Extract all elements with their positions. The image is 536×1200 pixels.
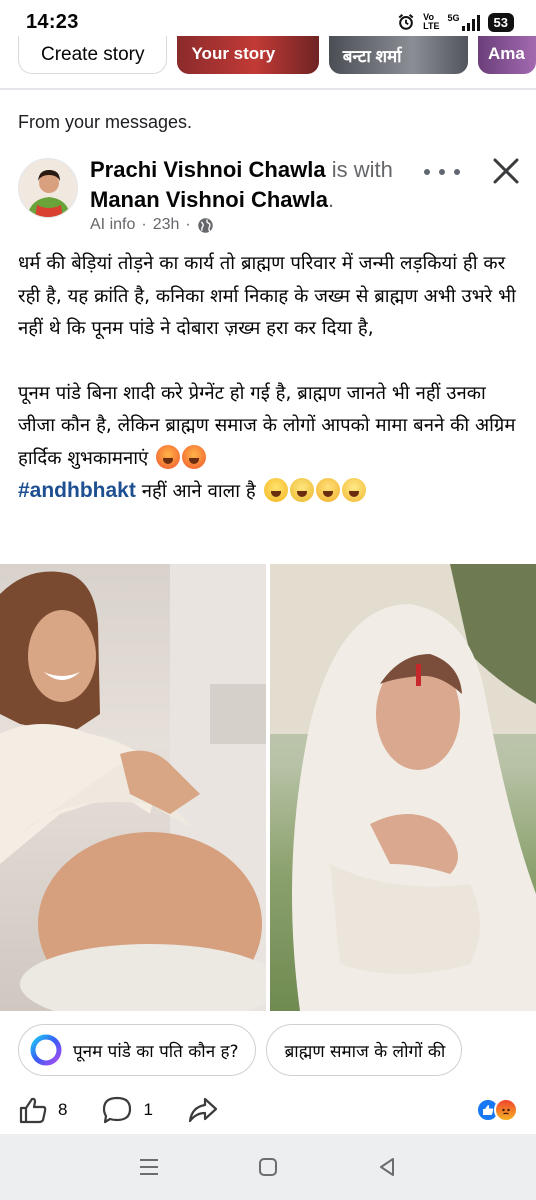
post-time: 23h (152, 216, 180, 233)
share-icon (188, 1097, 218, 1123)
avatar-photo (19, 159, 77, 217)
system-nav-bar (0, 1134, 536, 1200)
network-type: 5G (447, 13, 460, 23)
story-card-friend[interactable]: बन्टा शर्मा (328, 36, 469, 74)
like-count: 8 (58, 1100, 68, 1119)
tagged-suffix: . (327, 187, 335, 212)
post-paragraph-3: नहीं आने वाला है (141, 481, 256, 502)
status-icons: Vo LTE 5G 53 (397, 12, 514, 32)
meta-ai-icon (30, 1034, 62, 1066)
back-button[interactable] (372, 1152, 402, 1182)
suggestion-chip-1-label: पूनम पांडे का पति कौन ह? (73, 1041, 239, 1062)
angry-icon (494, 1098, 518, 1122)
recents-button[interactable] (134, 1152, 164, 1182)
hand-over-mouth-emoji (341, 478, 366, 502)
globe-icon (197, 217, 213, 233)
tagged-name[interactable]: Manan Vishnoi Chawla (90, 187, 328, 212)
ai-info-link[interactable]: AI info (90, 216, 135, 234)
section-divider (0, 88, 536, 90)
share-button[interactable] (187, 1095, 219, 1125)
astonished-emoji (263, 478, 288, 502)
story-card-partial[interactable]: Ama (478, 36, 536, 74)
suggestion-chip-2-label: ब्राह्मण समाज के लोगों की (284, 1041, 446, 1062)
home-icon (258, 1158, 277, 1176)
hot-face-emoji (156, 444, 181, 469)
reaction-summary[interactable] (476, 1098, 518, 1122)
create-story-button[interactable]: Create story (18, 36, 168, 74)
more-dot (439, 169, 445, 175)
comment-count: 1 (143, 1100, 153, 1119)
alarm-icon (398, 14, 414, 30)
back-icon (379, 1158, 394, 1176)
recents-icon (140, 1159, 159, 1175)
stories-strip: Create story Your story बन्टा शर्मा Ama (0, 36, 536, 76)
post-paragraph-1: धर्म की बेड़ियां तोड़ने का कार्य तो ब्रा… (18, 253, 516, 339)
meta-separator: · (141, 216, 147, 233)
volte-icon: Vo LTE (423, 13, 439, 31)
post-more-button[interactable] (424, 160, 460, 184)
story-card-your-story[interactable]: Your story (177, 36, 319, 74)
hot-face-emoji (182, 444, 207, 469)
status-time: 14:23 (26, 10, 79, 33)
post-author-line: Prachi Vishnoi Chawla is with Manan Vish… (90, 155, 440, 215)
ai-suggestion-chips: पूनम पांडे का पति कौन ह? ब्राह्मण समाज क… (18, 1024, 536, 1078)
signal-icon: 5G (448, 13, 480, 31)
more-dot (424, 169, 430, 175)
comment-icon (103, 1096, 132, 1124)
close-icon[interactable] (490, 155, 522, 187)
suggestion-chip-2[interactable]: ब्राह्मण समाज के लोगों की (265, 1024, 463, 1076)
post-paragraph-2: पूनम पांडे बिना शादी करे प्रेग्नेंट हो ग… (18, 382, 516, 469)
volte-bottom: LTE (423, 21, 440, 31)
post-action-bar: 8 1 (18, 1092, 518, 1128)
post-body: धर्म की बेड़ियां तोड़ने का कार्य तो ब्रा… (18, 248, 522, 509)
meta-separator-2: · (185, 216, 191, 233)
battery-icon: 53 (487, 12, 514, 32)
woman-shawl-photo (270, 564, 536, 1011)
hashtag-link[interactable]: #andhbhakt (18, 479, 136, 502)
crying-emoji (289, 478, 314, 502)
author-name[interactable]: Prachi Vishnoi Chawla (90, 157, 326, 182)
suggestion-chip-1[interactable]: पूनम पांडे का पति कौन ह? (18, 1024, 256, 1076)
thumbs-up-icon (19, 1097, 47, 1124)
post-paragraph-2-wrap: पूनम पांडे बिना शादी करे प्रेग्नेंट हो ग… (18, 378, 522, 509)
like-button[interactable]: 8 (18, 1095, 67, 1125)
more-dot (454, 169, 460, 175)
post-image-1[interactable] (0, 564, 266, 1011)
home-button[interactable] (253, 1152, 283, 1182)
battery-level: 53 (493, 14, 508, 30)
post-meta: AI info · 23h · (90, 216, 214, 234)
pregnant-woman-photo (0, 564, 266, 1011)
comment-button[interactable]: 1 (101, 1095, 153, 1125)
with-text: is with (331, 157, 393, 182)
feed-section-label: From your messages. (18, 112, 193, 132)
author-avatar[interactable] (18, 158, 78, 218)
post-image-2[interactable] (270, 564, 536, 1011)
hugging-emoji (315, 478, 340, 502)
